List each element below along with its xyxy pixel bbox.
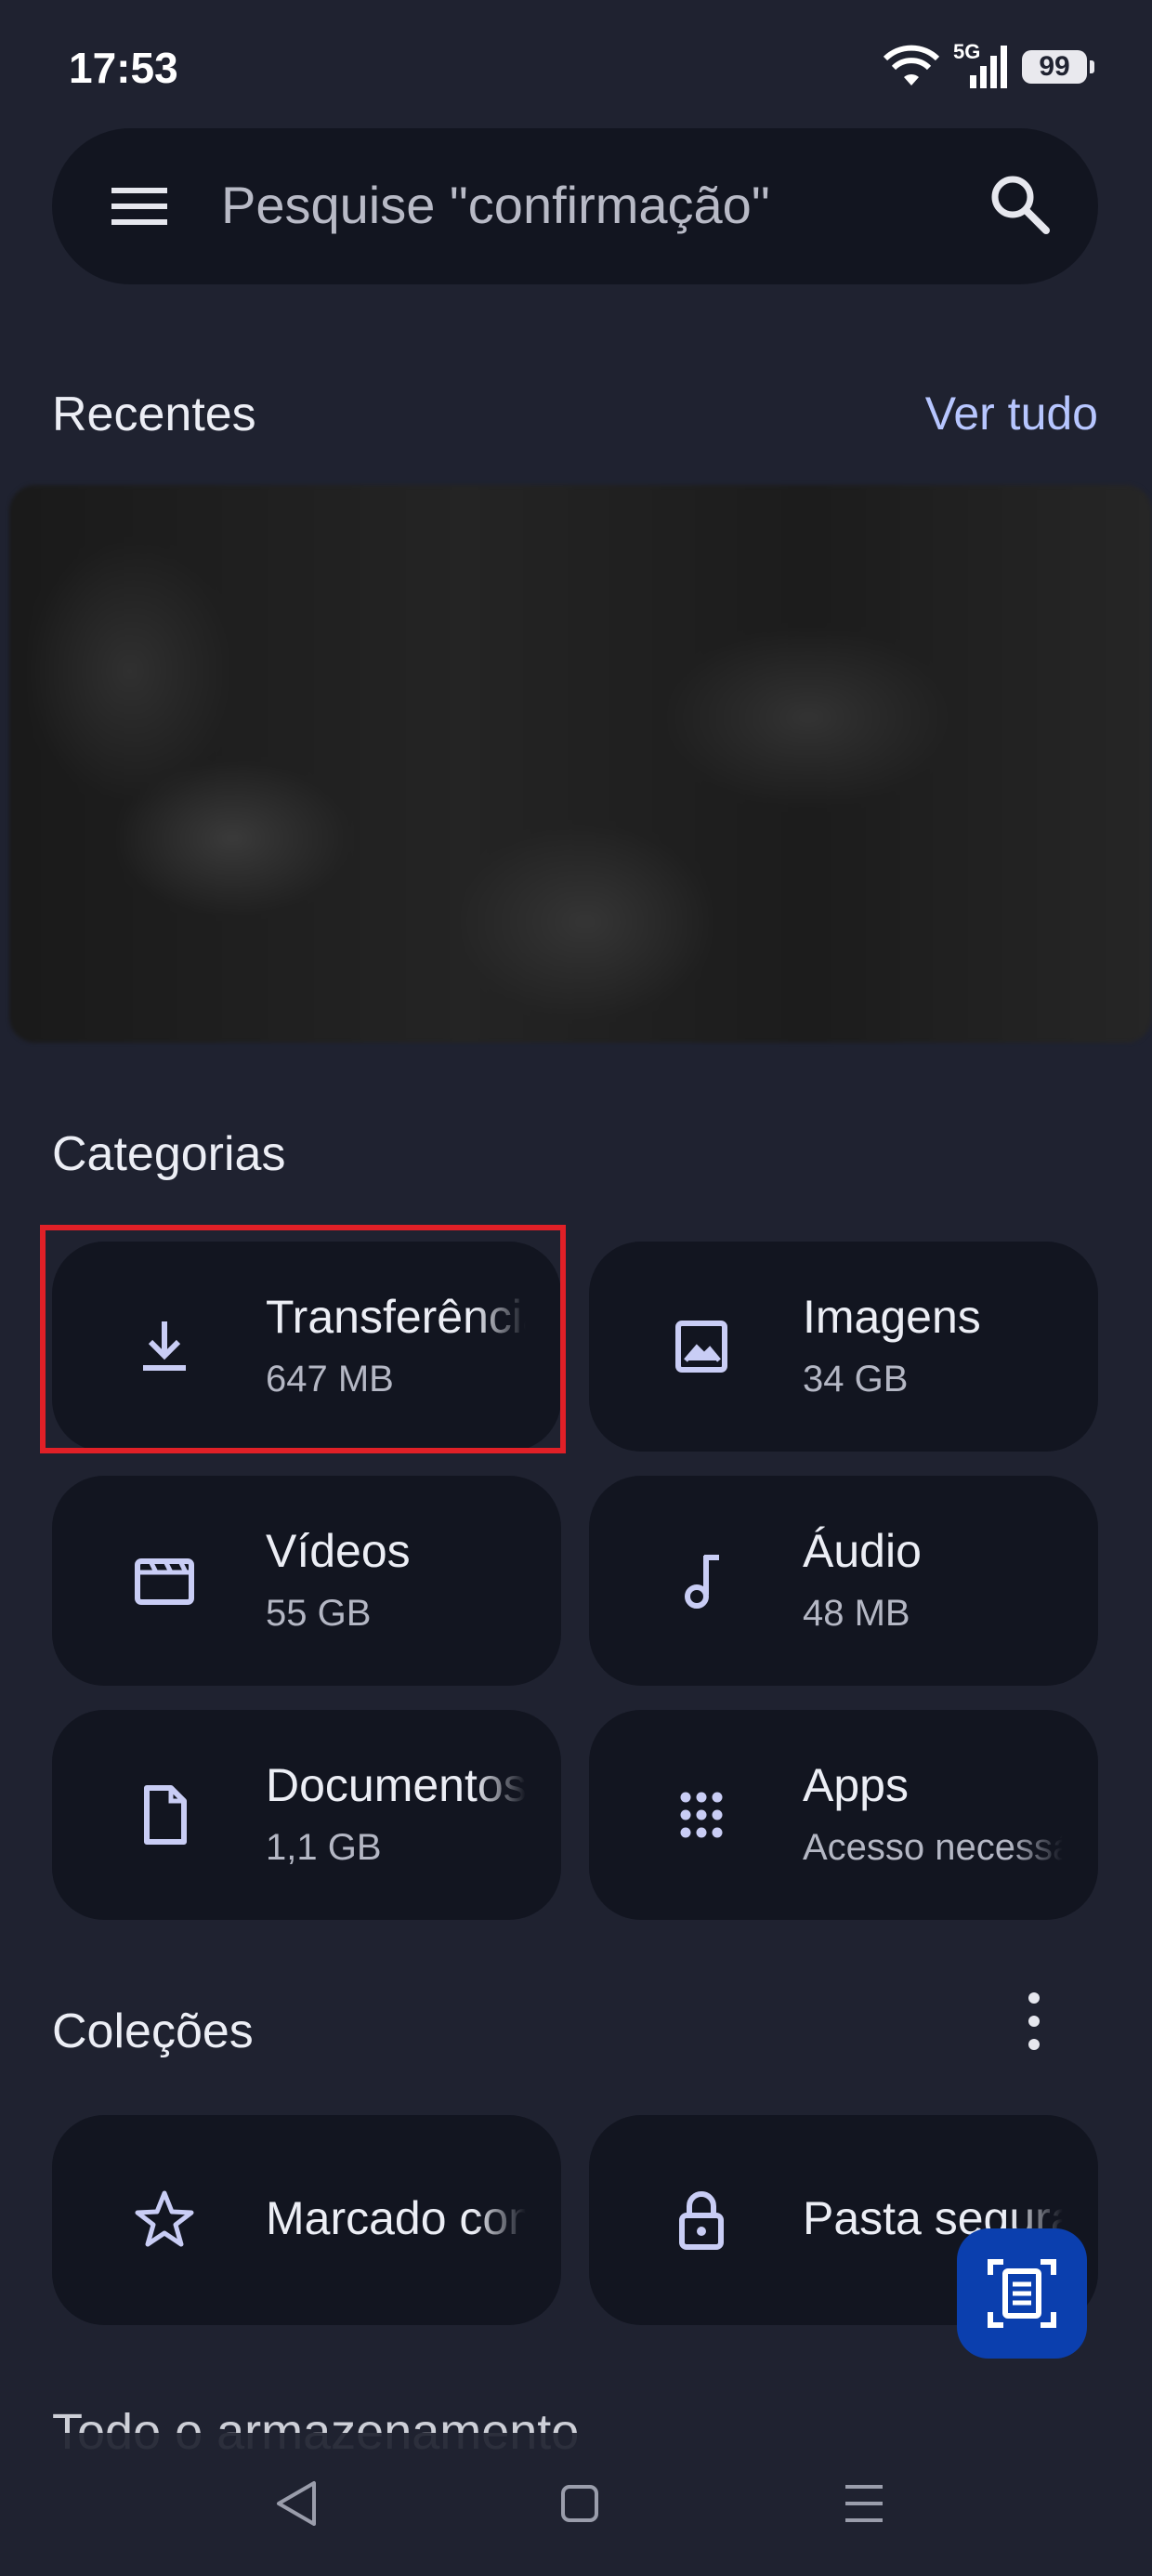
category-size: 34 GB	[803, 1359, 909, 1400]
categories-title: Categorias	[52, 1127, 286, 1181]
category-size: 1,1 GB	[266, 1827, 382, 1868]
search-bar[interactable]: Pesquise "confirmação"	[52, 128, 1098, 284]
more-options-icon[interactable]	[1011, 1989, 1057, 2054]
home-icon[interactable]	[543, 2466, 617, 2541]
category-documents[interactable]: Documentos 1,1 GB	[52, 1710, 561, 1920]
document-icon	[144, 1785, 187, 1845]
system-navigation-bar	[0, 2433, 1152, 2576]
status-time: 17:53	[69, 44, 178, 92]
lock-icon	[679, 2191, 724, 2250]
category-name: Documentos	[266, 1759, 526, 1811]
download-icon	[143, 1321, 186, 1371]
category-name: Áudio	[803, 1525, 922, 1577]
star-icon	[135, 2190, 194, 2247]
recents-thumbnail-strip[interactable]	[9, 485, 1152, 1043]
search-icon[interactable]	[987, 171, 1054, 238]
category-status: Acesso necessário	[803, 1827, 1063, 1868]
collection-name: Marcado com estrela	[266, 2192, 526, 2244]
search-input[interactable]: Pesquise "confirmação"	[221, 175, 770, 235]
cellular-signal-icon: 5G	[953, 40, 1009, 90]
category-downloads[interactable]: Transferências 647 MB	[52, 1242, 561, 1452]
recents-title: Recentes	[52, 388, 256, 441]
see-all-link[interactable]: Ver tudo	[925, 387, 1098, 440]
collections-title: Coleções	[52, 2004, 254, 2058]
document-scanner-icon	[988, 2259, 1056, 2328]
category-name: Transferências	[266, 1291, 526, 1343]
battery-indicator: 99	[1022, 50, 1094, 84]
category-name: Imagens	[803, 1291, 981, 1343]
video-icon	[135, 1558, 194, 1605]
status-icons: 5G 99	[883, 40, 1094, 93]
wifi-icon	[883, 45, 940, 85]
image-icon	[675, 1321, 727, 1373]
apps-grid-icon	[680, 1792, 723, 1838]
category-size: 55 GB	[266, 1593, 372, 1634]
music-note-icon	[685, 1555, 719, 1609]
scan-document-button[interactable]	[957, 2228, 1087, 2359]
recents-menu-icon[interactable]	[827, 2466, 901, 2541]
collection-starred[interactable]: Marcado com estrela	[52, 2115, 561, 2325]
status-bar: 17:53 5G 99	[0, 0, 1152, 130]
category-name: Vídeos	[266, 1525, 411, 1577]
category-audio[interactable]: Áudio 48 MB	[589, 1476, 1098, 1686]
category-videos[interactable]: Vídeos 55 GB	[52, 1476, 561, 1686]
category-apps[interactable]: Apps Acesso necessário	[589, 1710, 1098, 1920]
hamburger-menu-icon[interactable]	[111, 178, 167, 234]
category-name: Apps	[803, 1759, 909, 1811]
category-size: 647 MB	[266, 1359, 394, 1400]
category-size: 48 MB	[803, 1593, 910, 1634]
back-icon[interactable]	[260, 2466, 334, 2541]
category-images[interactable]: Imagens 34 GB	[589, 1242, 1098, 1452]
